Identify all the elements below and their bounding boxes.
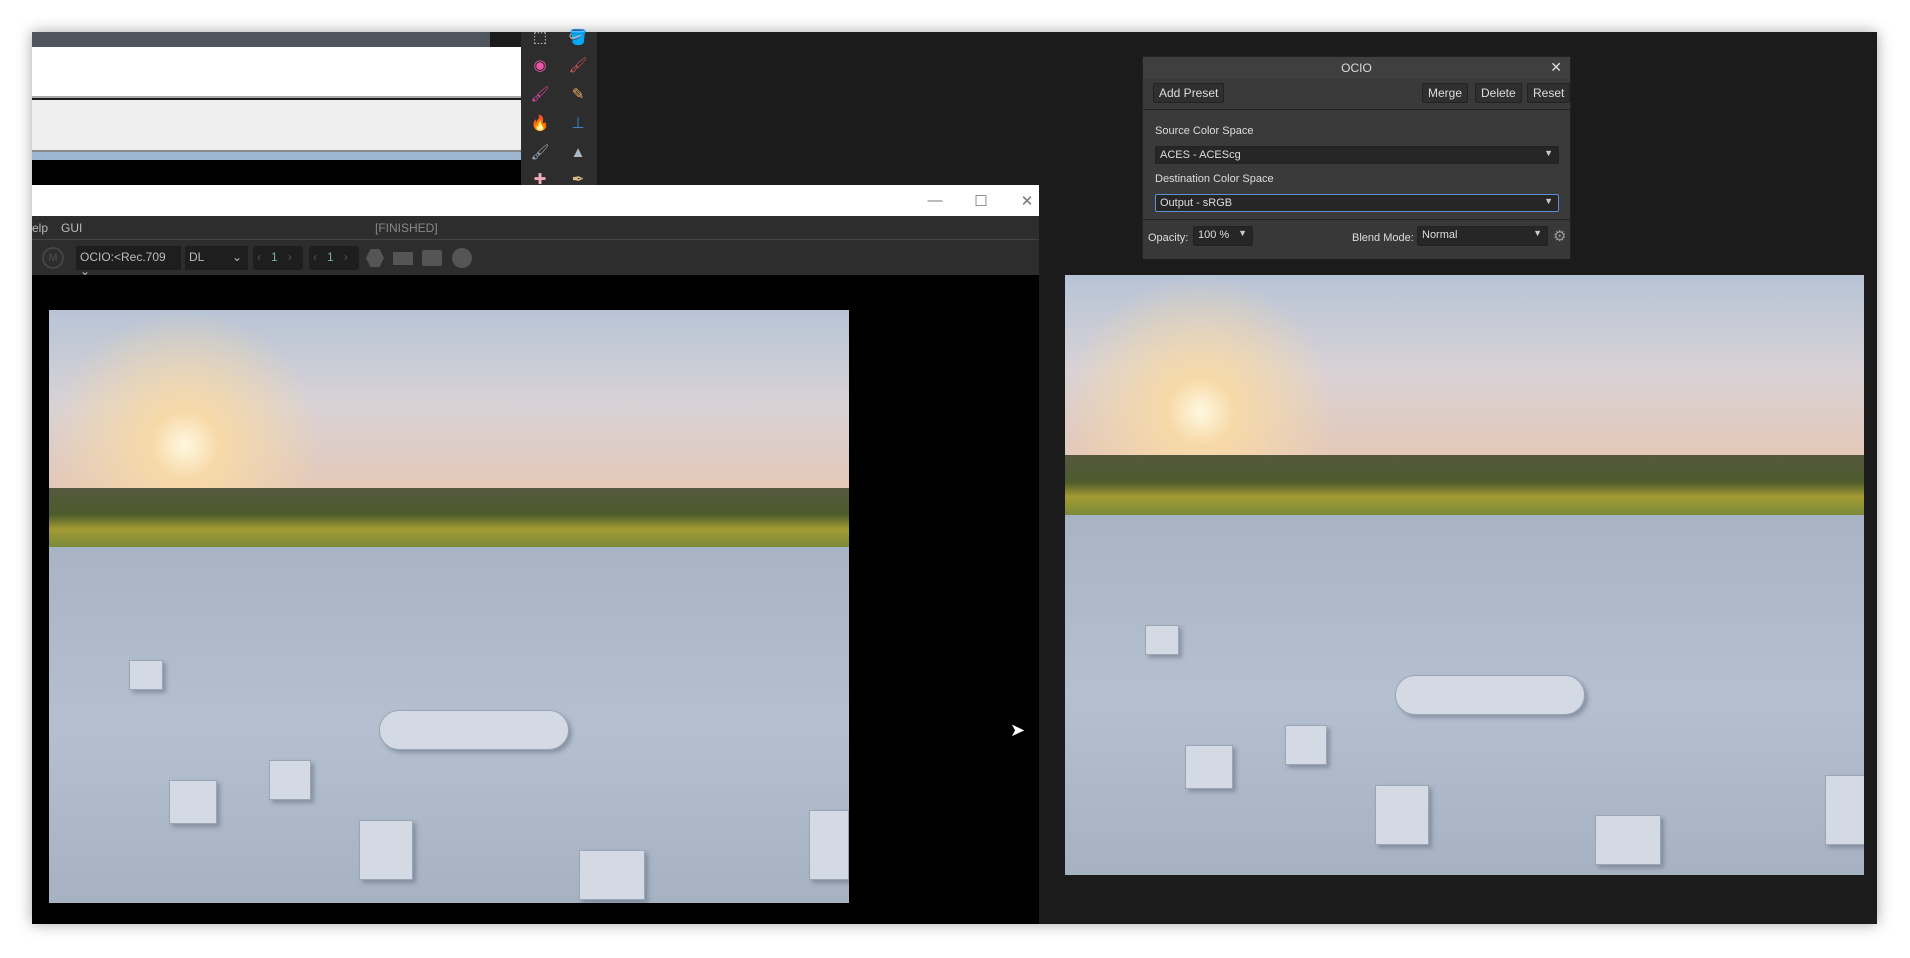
desktop-frame: ⬚ 🪣 ◉ 🖌 🖌 ✎ 🔥 ⊥ 🖌 ▲ ✚ ✒ — ☐ ✕ elp GUI [F…: [32, 29, 1877, 924]
close-button[interactable]: ✕: [1004, 185, 1050, 216]
color-wheel-icon[interactable]: ◉: [529, 54, 551, 76]
burn-icon[interactable]: 🔥: [529, 112, 551, 134]
hexagon-icon[interactable]: [366, 249, 384, 267]
background-window-titlebar: [32, 32, 490, 47]
caret-down-icon: ▼: [1533, 228, 1542, 238]
paint-brush-icon[interactable]: 🖌: [567, 54, 589, 76]
chevron-down-icon: ⌄: [80, 264, 91, 278]
merge-button[interactable]: Merge: [1422, 83, 1469, 103]
opacity-select[interactable]: 100 % ▼: [1193, 226, 1253, 246]
destination-value: Output - sRGB: [1160, 197, 1233, 209]
caret-down-icon: ▼: [1544, 196, 1553, 206]
blend-mode-value: Normal: [1422, 229, 1458, 241]
gear-icon[interactable]: ⚙: [1553, 227, 1566, 245]
caret-down-icon: ▼: [1544, 148, 1553, 158]
circle-icon[interactable]: [452, 248, 472, 268]
camera-icon[interactable]: [422, 250, 442, 266]
source-value: ACES - ACEScg: [1160, 149, 1241, 161]
source-color-space-select[interactable]: ACES - ACEScg ▼: [1155, 146, 1559, 164]
viewer-menubar: elp GUI [FINISHED]: [32, 216, 1039, 240]
mouse-cursor-icon: ➤: [1010, 720, 1026, 740]
delete-button[interactable]: Delete: [1475, 83, 1522, 103]
opacity-label: Opacity:: [1148, 232, 1189, 244]
reset-button[interactable]: Reset: [1527, 83, 1571, 103]
minimize-button[interactable]: —: [912, 185, 958, 216]
menu-gui[interactable]: GUI: [61, 221, 82, 235]
frame-stepper-b[interactable]: ‹ 1 ›: [309, 246, 359, 270]
ocio-select-value: OCIO:<Rec.709: [80, 250, 166, 264]
eraser-icon[interactable]: ✎: [567, 83, 589, 105]
marquee-tool-icon[interactable]: ⬚: [529, 26, 551, 48]
frame-stepper-a[interactable]: ‹ 1 ›: [253, 246, 303, 270]
blend-mode-select[interactable]: Normal ▼: [1417, 226, 1548, 246]
maximize-button[interactable]: ☐: [958, 185, 1004, 216]
destination-color-space-select[interactable]: Output - sRGB ▼: [1155, 194, 1559, 212]
close-icon[interactable]: ✕: [1550, 59, 1562, 76]
viewer-window: — ☐ ✕ elp GUI [FINISHED] M OCIO:<Rec.709…: [32, 185, 1039, 924]
add-preset-button[interactable]: Add Preset: [1153, 83, 1225, 103]
ocio-panel: OCIO ✕ Add Preset Merge Delete Reset Sou…: [1142, 56, 1571, 259]
frame-b-value: 1: [327, 250, 334, 264]
mixer-brush-icon[interactable]: 🖌: [529, 83, 551, 105]
ocio-panel-title: OCIO: [1143, 57, 1570, 79]
background-window-panel-2: [32, 100, 521, 152]
render-status: [FINISHED]: [375, 221, 438, 235]
ocio-panel-footer: Opacity: 100 % ▼ Blend Mode: Normal ▼ ⚙: [1143, 219, 1570, 259]
source-color-space-label: Source Color Space: [1155, 125, 1254, 137]
clone-stamp-icon[interactable]: ⊥: [567, 112, 589, 134]
viewer-titlebar: — ☐ ✕: [32, 185, 1039, 216]
smudge-icon[interactable]: 🖌: [529, 141, 551, 163]
render-image-left: [49, 310, 849, 903]
background-window-canvas: [32, 160, 521, 185]
frame-a-value: 1: [271, 250, 278, 264]
destination-color-space-label: Destination Color Space: [1155, 173, 1274, 185]
tools-panel: ⬚ 🪣 ◉ 🖌 🖌 ✎ 🔥 ⊥ 🖌 ▲ ✚ ✒: [521, 29, 597, 188]
layer-select-value: DL: [189, 250, 205, 264]
background-window-panel: [32, 47, 521, 98]
menu-help[interactable]: elp: [32, 221, 48, 235]
fill-tool-icon[interactable]: 🪣: [567, 26, 589, 48]
caret-down-icon: ▼: [1238, 228, 1247, 238]
ocio-select[interactable]: OCIO:<Rec.709 ⌄: [76, 246, 181, 278]
sharpen-icon[interactable]: ▲: [567, 141, 589, 163]
map-pin-icon[interactable]: M: [42, 247, 64, 269]
blend-mode-label: Blend Mode:: [1352, 232, 1414, 244]
chevron-down-icon: ⌄: [231, 250, 242, 264]
render-image-right: [1065, 275, 1864, 875]
viewer-toolbar: M OCIO:<Rec.709 ⌄ DL ⌄ ‹ 1 › ‹ 1 ›: [32, 240, 1039, 278]
rectangle-icon[interactable]: [393, 252, 413, 265]
opacity-value: 100 %: [1198, 229, 1230, 241]
background-window-selection: [32, 152, 521, 160]
layer-select[interactable]: DL ⌄: [185, 246, 248, 270]
